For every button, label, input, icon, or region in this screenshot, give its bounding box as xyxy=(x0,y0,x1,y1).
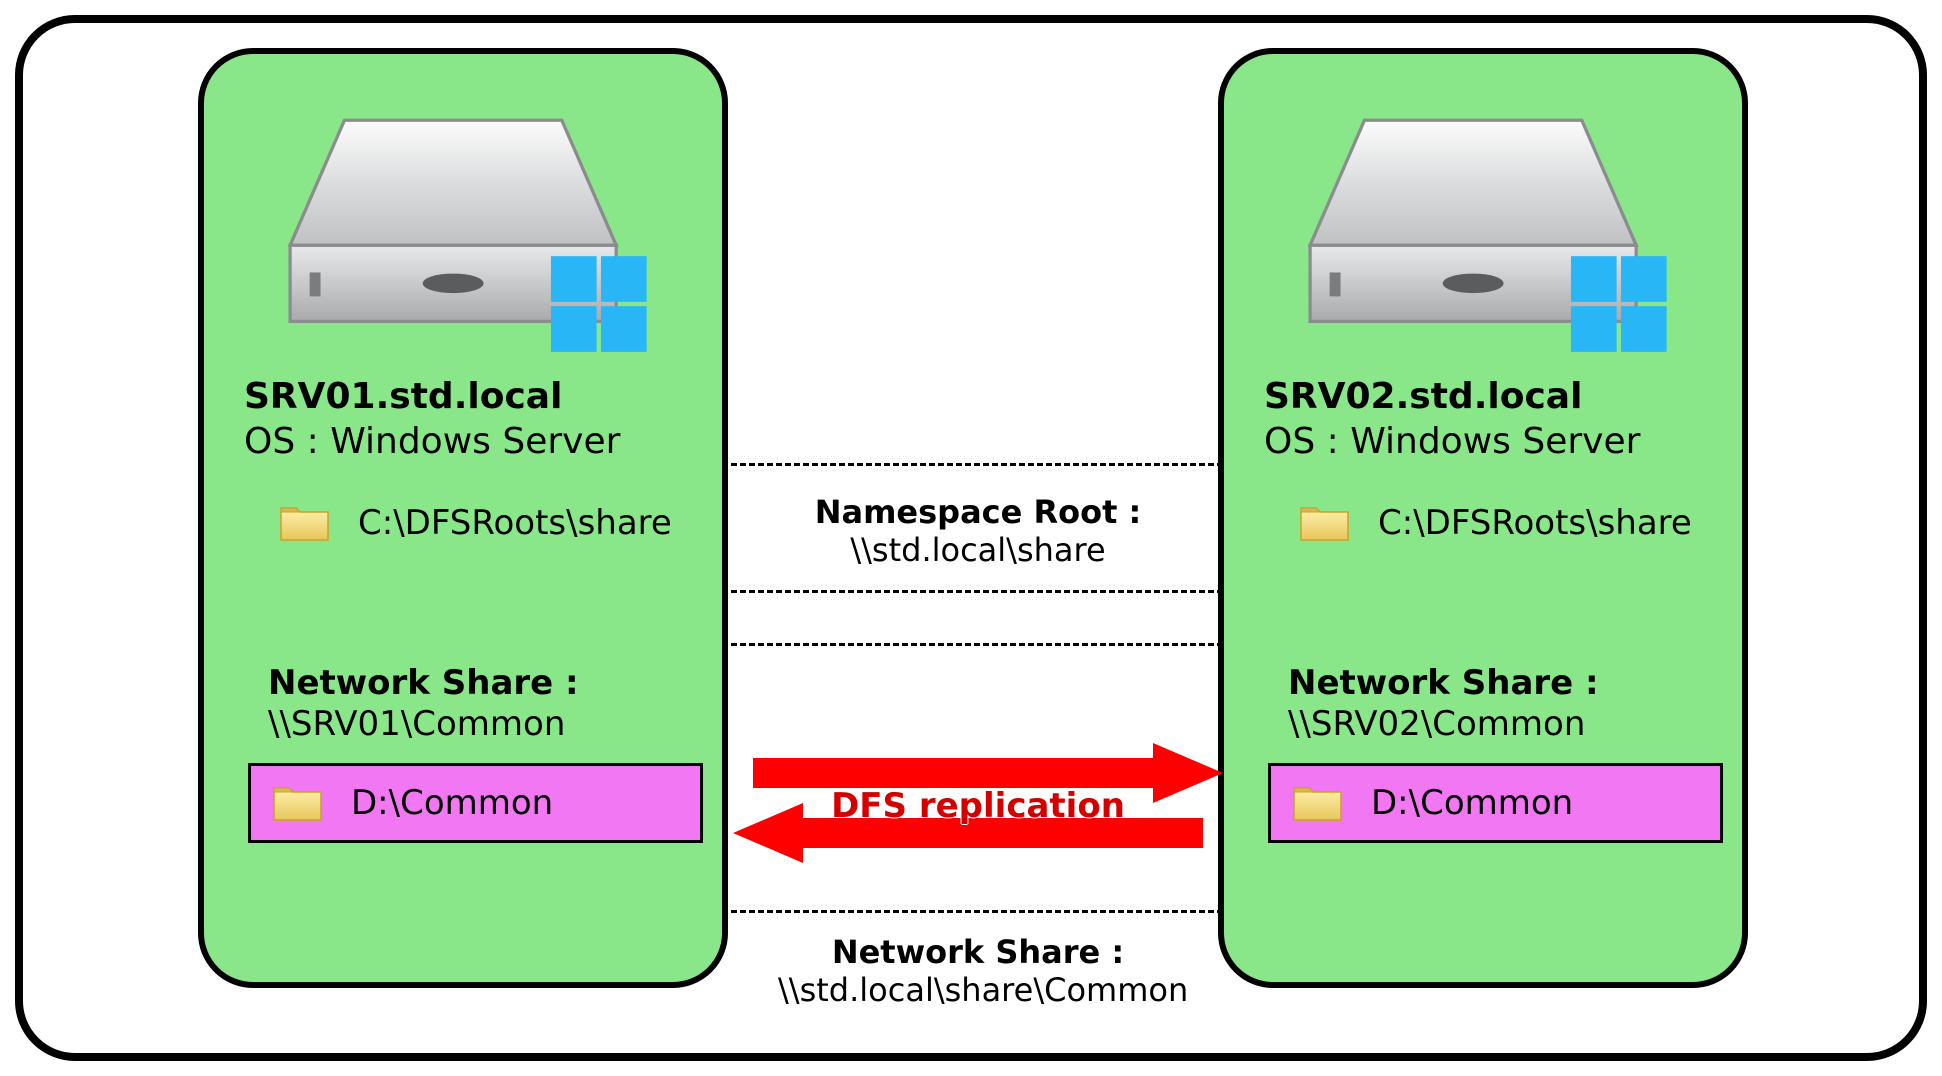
local-path: D:\Common xyxy=(351,783,553,823)
namespace-path: \\std.local\share xyxy=(778,531,1178,569)
namespace-center-label: Namespace Root : \\std.local\share xyxy=(778,493,1178,570)
dfs-root-row-right: C:\DFSRoots\share xyxy=(1298,498,1692,548)
folder-icon xyxy=(271,778,326,828)
replication-label: DFS replication xyxy=(773,786,1183,826)
diagram-canvas: SRV01.std.local OS : Windows Server SRV0… xyxy=(0,0,1942,1076)
dfs-root-row-left: C:\DFSRoots\share xyxy=(278,498,672,548)
network-share-path: \\SRV01\Common xyxy=(268,704,579,745)
dfs-root-path: C:\DFSRoots\share xyxy=(358,503,672,543)
bottom-share-path: \\std.local\share\Common xyxy=(778,971,1178,1009)
server-hostname: SRV01.std.local xyxy=(244,374,704,419)
server-label-right: SRV02.std.local OS : Windows Server xyxy=(1264,374,1724,464)
network-share-path: \\SRV02\Common xyxy=(1288,704,1599,745)
network-share-title: Network Share : xyxy=(268,663,579,704)
replicated-folder-row-left: D:\Common xyxy=(248,763,703,843)
network-share-title: Network Share : xyxy=(1288,663,1599,704)
replicated-folder-row-right: D:\Common xyxy=(1268,763,1723,843)
bottom-share-title: Network Share : xyxy=(778,933,1178,971)
folder-icon xyxy=(1291,778,1346,828)
outer-frame: SRV01.std.local OS : Windows Server SRV0… xyxy=(15,15,1927,1061)
network-share-header-left: Network Share : \\SRV01\Common xyxy=(268,663,579,745)
folder-icon xyxy=(1298,498,1353,548)
dfs-root-path: C:\DFSRoots\share xyxy=(1378,503,1692,543)
server-os: OS : Windows Server xyxy=(1264,419,1724,464)
server-hostname: SRV02.std.local xyxy=(1264,374,1724,419)
server-label-left: SRV01.std.local OS : Windows Server xyxy=(244,374,704,464)
folder-icon xyxy=(278,498,333,548)
server-icon xyxy=(274,104,654,354)
network-share-header-right: Network Share : \\SRV02\Common xyxy=(1288,663,1599,745)
namespace-title: Namespace Root : xyxy=(778,493,1178,531)
bottom-share-label: Network Share : \\std.local\share\Common xyxy=(778,933,1178,1010)
server-icon xyxy=(1294,104,1674,354)
server-os: OS : Windows Server xyxy=(244,419,704,464)
local-path: D:\Common xyxy=(1371,783,1573,823)
